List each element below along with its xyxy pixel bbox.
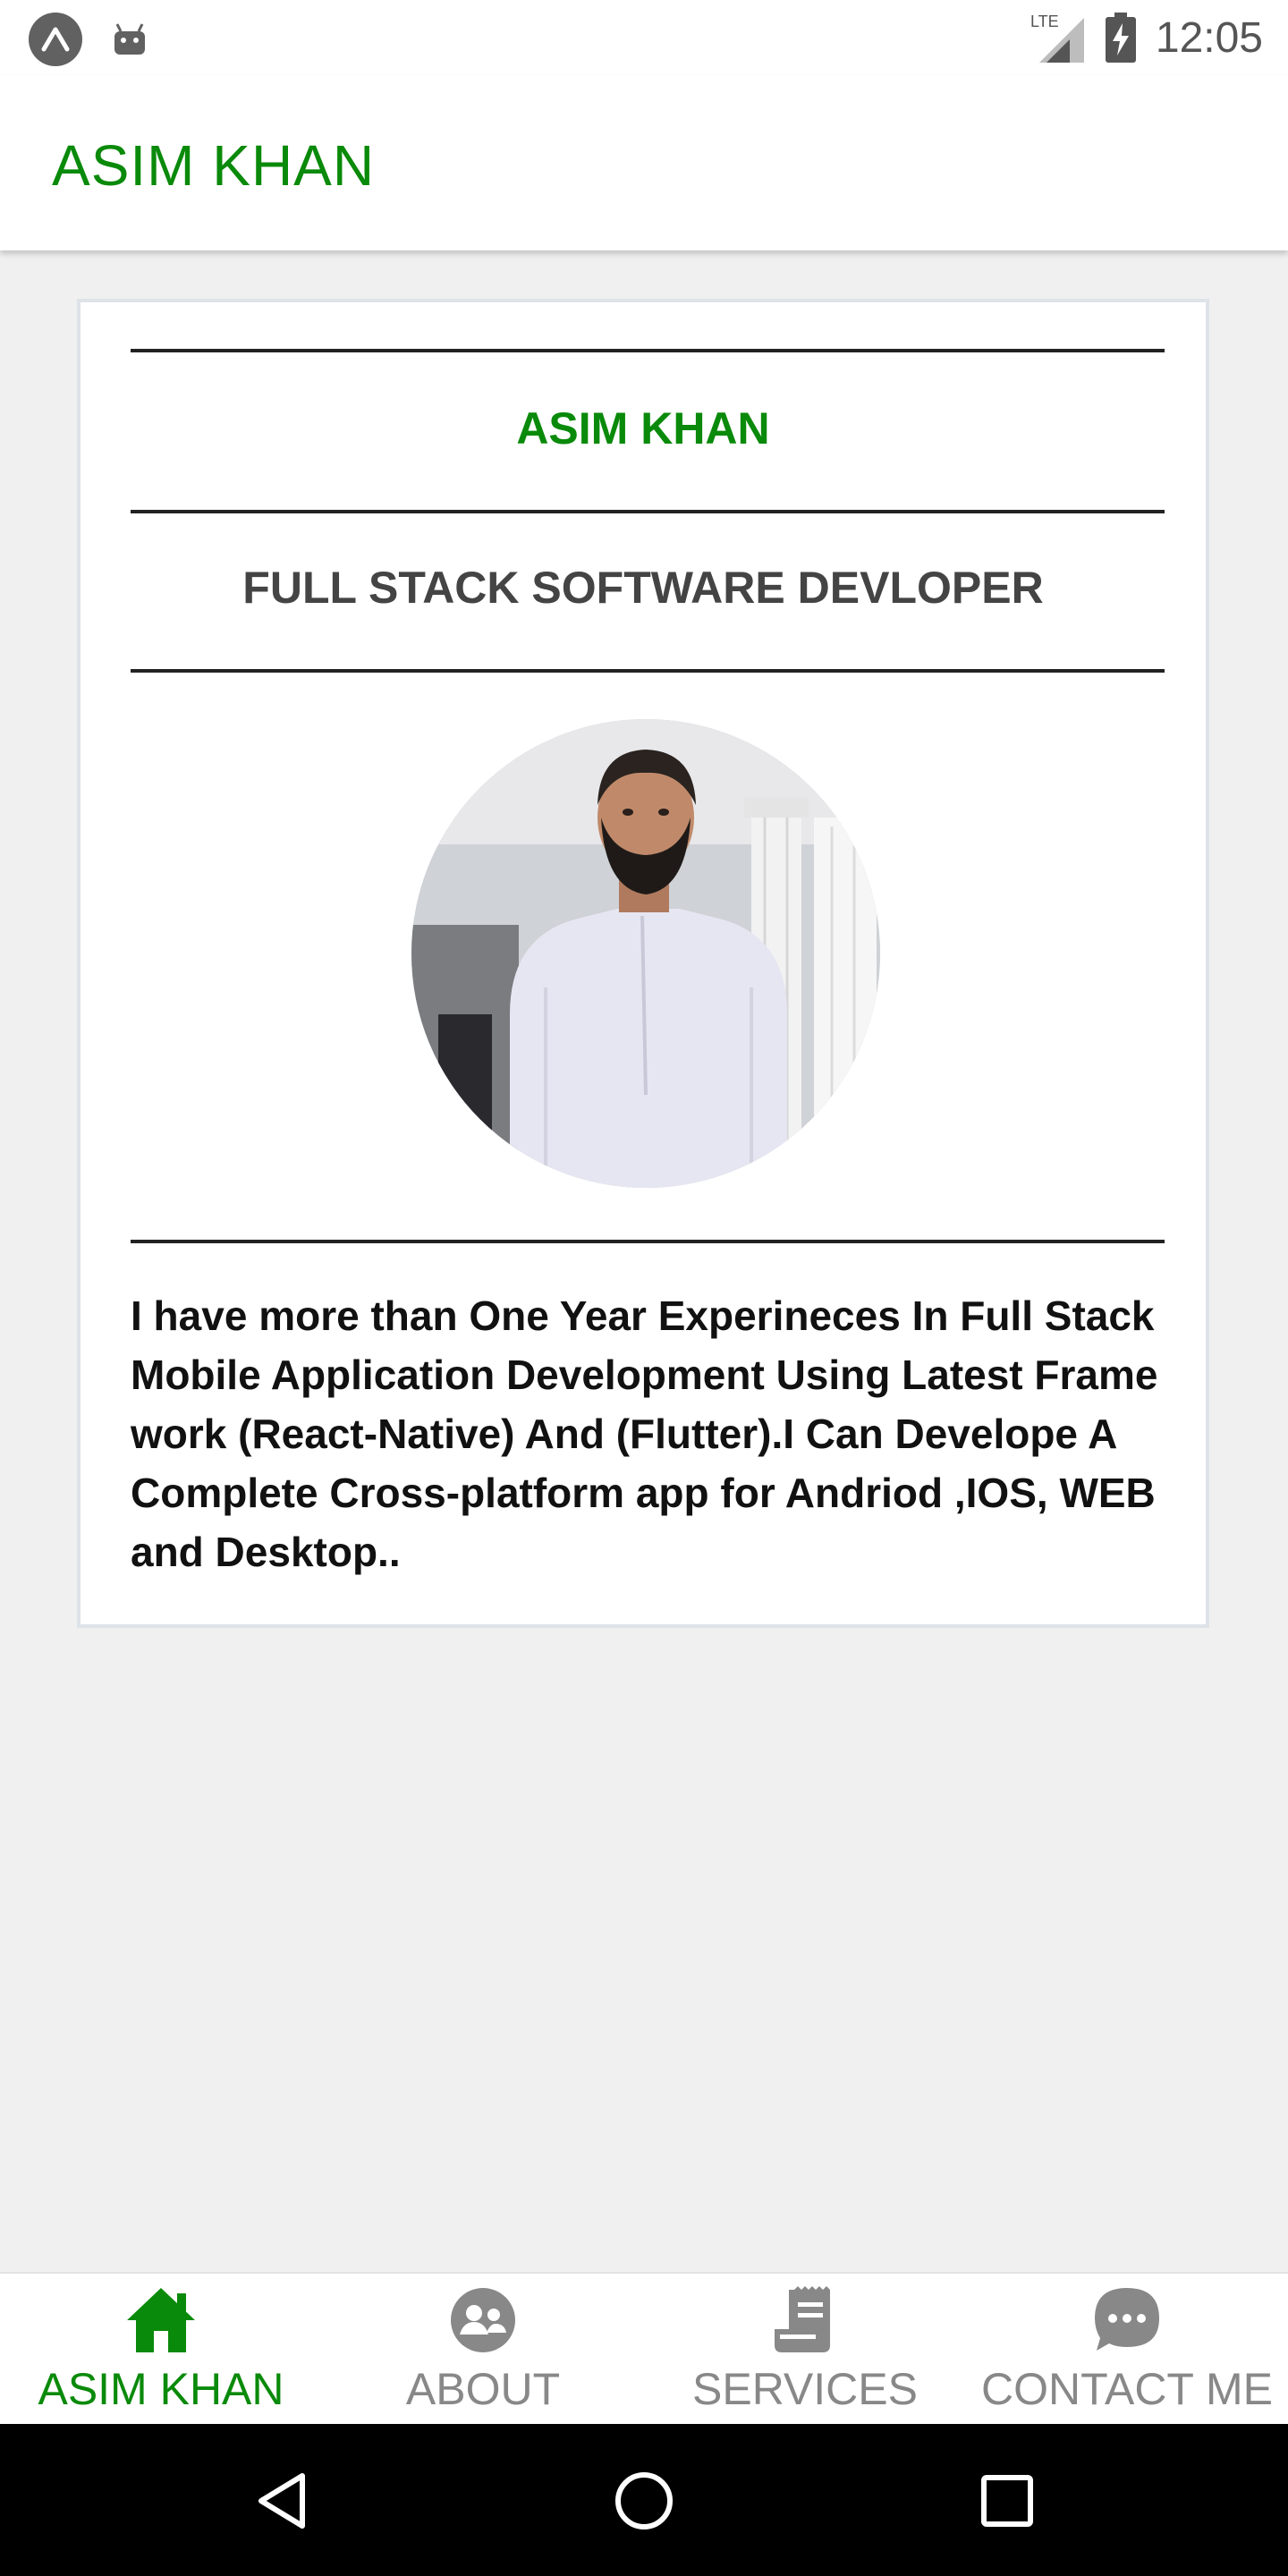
clock: 12:05 xyxy=(1155,13,1263,62)
profile-photo xyxy=(411,719,880,1188)
home-circle-icon[interactable] xyxy=(612,2469,676,2533)
tab-label: ASIM KHAN xyxy=(38,2364,284,2414)
divider xyxy=(131,1240,1165,1243)
divider xyxy=(131,669,1165,673)
profile-role: FULL STACK SOFTWARE DEVLOPER xyxy=(242,563,1044,613)
tab-label: ABOUT xyxy=(405,2364,561,2414)
tab-about[interactable]: ABOUT xyxy=(322,2274,644,2426)
divider xyxy=(131,349,1165,352)
tab-services[interactable]: SERVICES xyxy=(644,2274,966,2426)
status-right-icons: LTE 12:05 xyxy=(1029,9,1263,66)
profile-bio: I have more than One Year Experineces In… xyxy=(131,1292,1158,1575)
tab-label: CONTACT ME xyxy=(981,2364,1273,2414)
receipt-icon xyxy=(775,2286,830,2352)
app-header: ASIM KHAN xyxy=(0,75,1288,250)
profile-card: ASIM KHAN FULL STACK SOFTWARE DEVLOPER I… xyxy=(77,299,1209,1628)
people-icon xyxy=(451,2288,515,2352)
back-icon[interactable] xyxy=(250,2469,315,2533)
lte-signal-icon: LTE xyxy=(1030,13,1084,63)
bottom-tab-bar: ASIM KHAN ABOUT SERVICES CONTACT ME xyxy=(0,2272,1288,2424)
divider xyxy=(131,510,1165,513)
battery-charging-icon xyxy=(1105,13,1136,63)
header-title: ASIM KHAN xyxy=(52,133,376,198)
recents-icon[interactable] xyxy=(975,2469,1039,2533)
tab-home[interactable]: ASIM KHAN xyxy=(0,2274,322,2426)
status-bar: LTE 12:05 xyxy=(0,0,1288,75)
profile-name: ASIM KHAN xyxy=(516,403,770,453)
svg-text:LTE: LTE xyxy=(1030,13,1059,30)
android-debug-icon xyxy=(114,23,145,55)
tab-contact[interactable]: CONTACT ME xyxy=(966,2274,1288,2426)
android-nav-bar xyxy=(0,2424,1288,2576)
home-icon xyxy=(127,2288,195,2352)
status-left-icons xyxy=(29,13,150,66)
tab-label: SERVICES xyxy=(692,2364,918,2414)
expo-icon xyxy=(29,13,82,66)
chat-icon xyxy=(1095,2288,1159,2351)
